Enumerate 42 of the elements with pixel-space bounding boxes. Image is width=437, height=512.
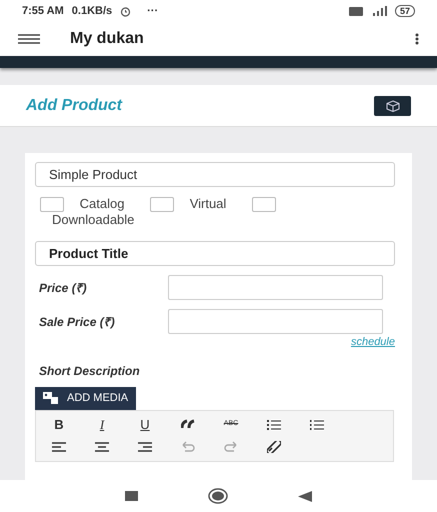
bold-button[interactable]: B: [46, 414, 72, 435]
network-speed: 0.1KB/s: [72, 4, 112, 19]
field-label: Sale Price (₹): [38, 314, 116, 332]
field-label: Price (₹): [38, 280, 88, 298]
align-center-icon: [95, 440, 109, 453]
price-field[interactable]: [168, 309, 383, 334]
checkbox[interactable]: [40, 197, 64, 212]
checkbox-label: Downloadable: [52, 212, 134, 228]
menu-icon[interactable]: [18, 34, 40, 44]
add-media-button[interactable]: ADD MEDIA: [35, 386, 136, 410]
more-indicator: ···: [147, 4, 158, 19]
box-icon: [386, 100, 400, 112]
media-icon: [43, 392, 59, 404]
link-icon: [267, 440, 281, 453]
checkbox[interactable]: [150, 197, 174, 212]
app-title: My dukan: [70, 29, 145, 49]
checkbox[interactable]: [252, 197, 276, 212]
status-time: 7:55 AM: [22, 4, 64, 19]
undo-icon: [181, 440, 195, 453]
product-title-field[interactable]: Product Title: [35, 241, 395, 266]
price-field[interactable]: [168, 275, 383, 300]
redo-icon: [224, 440, 238, 453]
checkbox-label: Virtual: [190, 196, 226, 211]
align-left-icon: [52, 440, 66, 453]
page-title: Add Product: [26, 96, 122, 116]
align-right-icon: [138, 440, 152, 453]
section-label: Short Description: [39, 362, 141, 380]
quote-icon: [181, 418, 195, 431]
numbers-icon: [310, 418, 324, 431]
underline-button[interactable]: U: [132, 414, 158, 435]
checkbox-label: Catalog: [80, 196, 124, 211]
product-type-select[interactable]: Simple Product: [35, 162, 395, 187]
signal-icon: [370, 6, 387, 16]
alarm-icon: [120, 6, 132, 16]
sim-icon: [348, 6, 363, 16]
italic-button[interactable]: I: [89, 414, 115, 435]
box-button[interactable]: [374, 96, 411, 116]
bullets-icon: [267, 418, 281, 431]
home-icon[interactable]: [208, 488, 228, 504]
more-icon[interactable]: [415, 33, 419, 45]
back-icon[interactable]: [298, 490, 312, 502]
battery-indicator: 57: [394, 5, 415, 17]
